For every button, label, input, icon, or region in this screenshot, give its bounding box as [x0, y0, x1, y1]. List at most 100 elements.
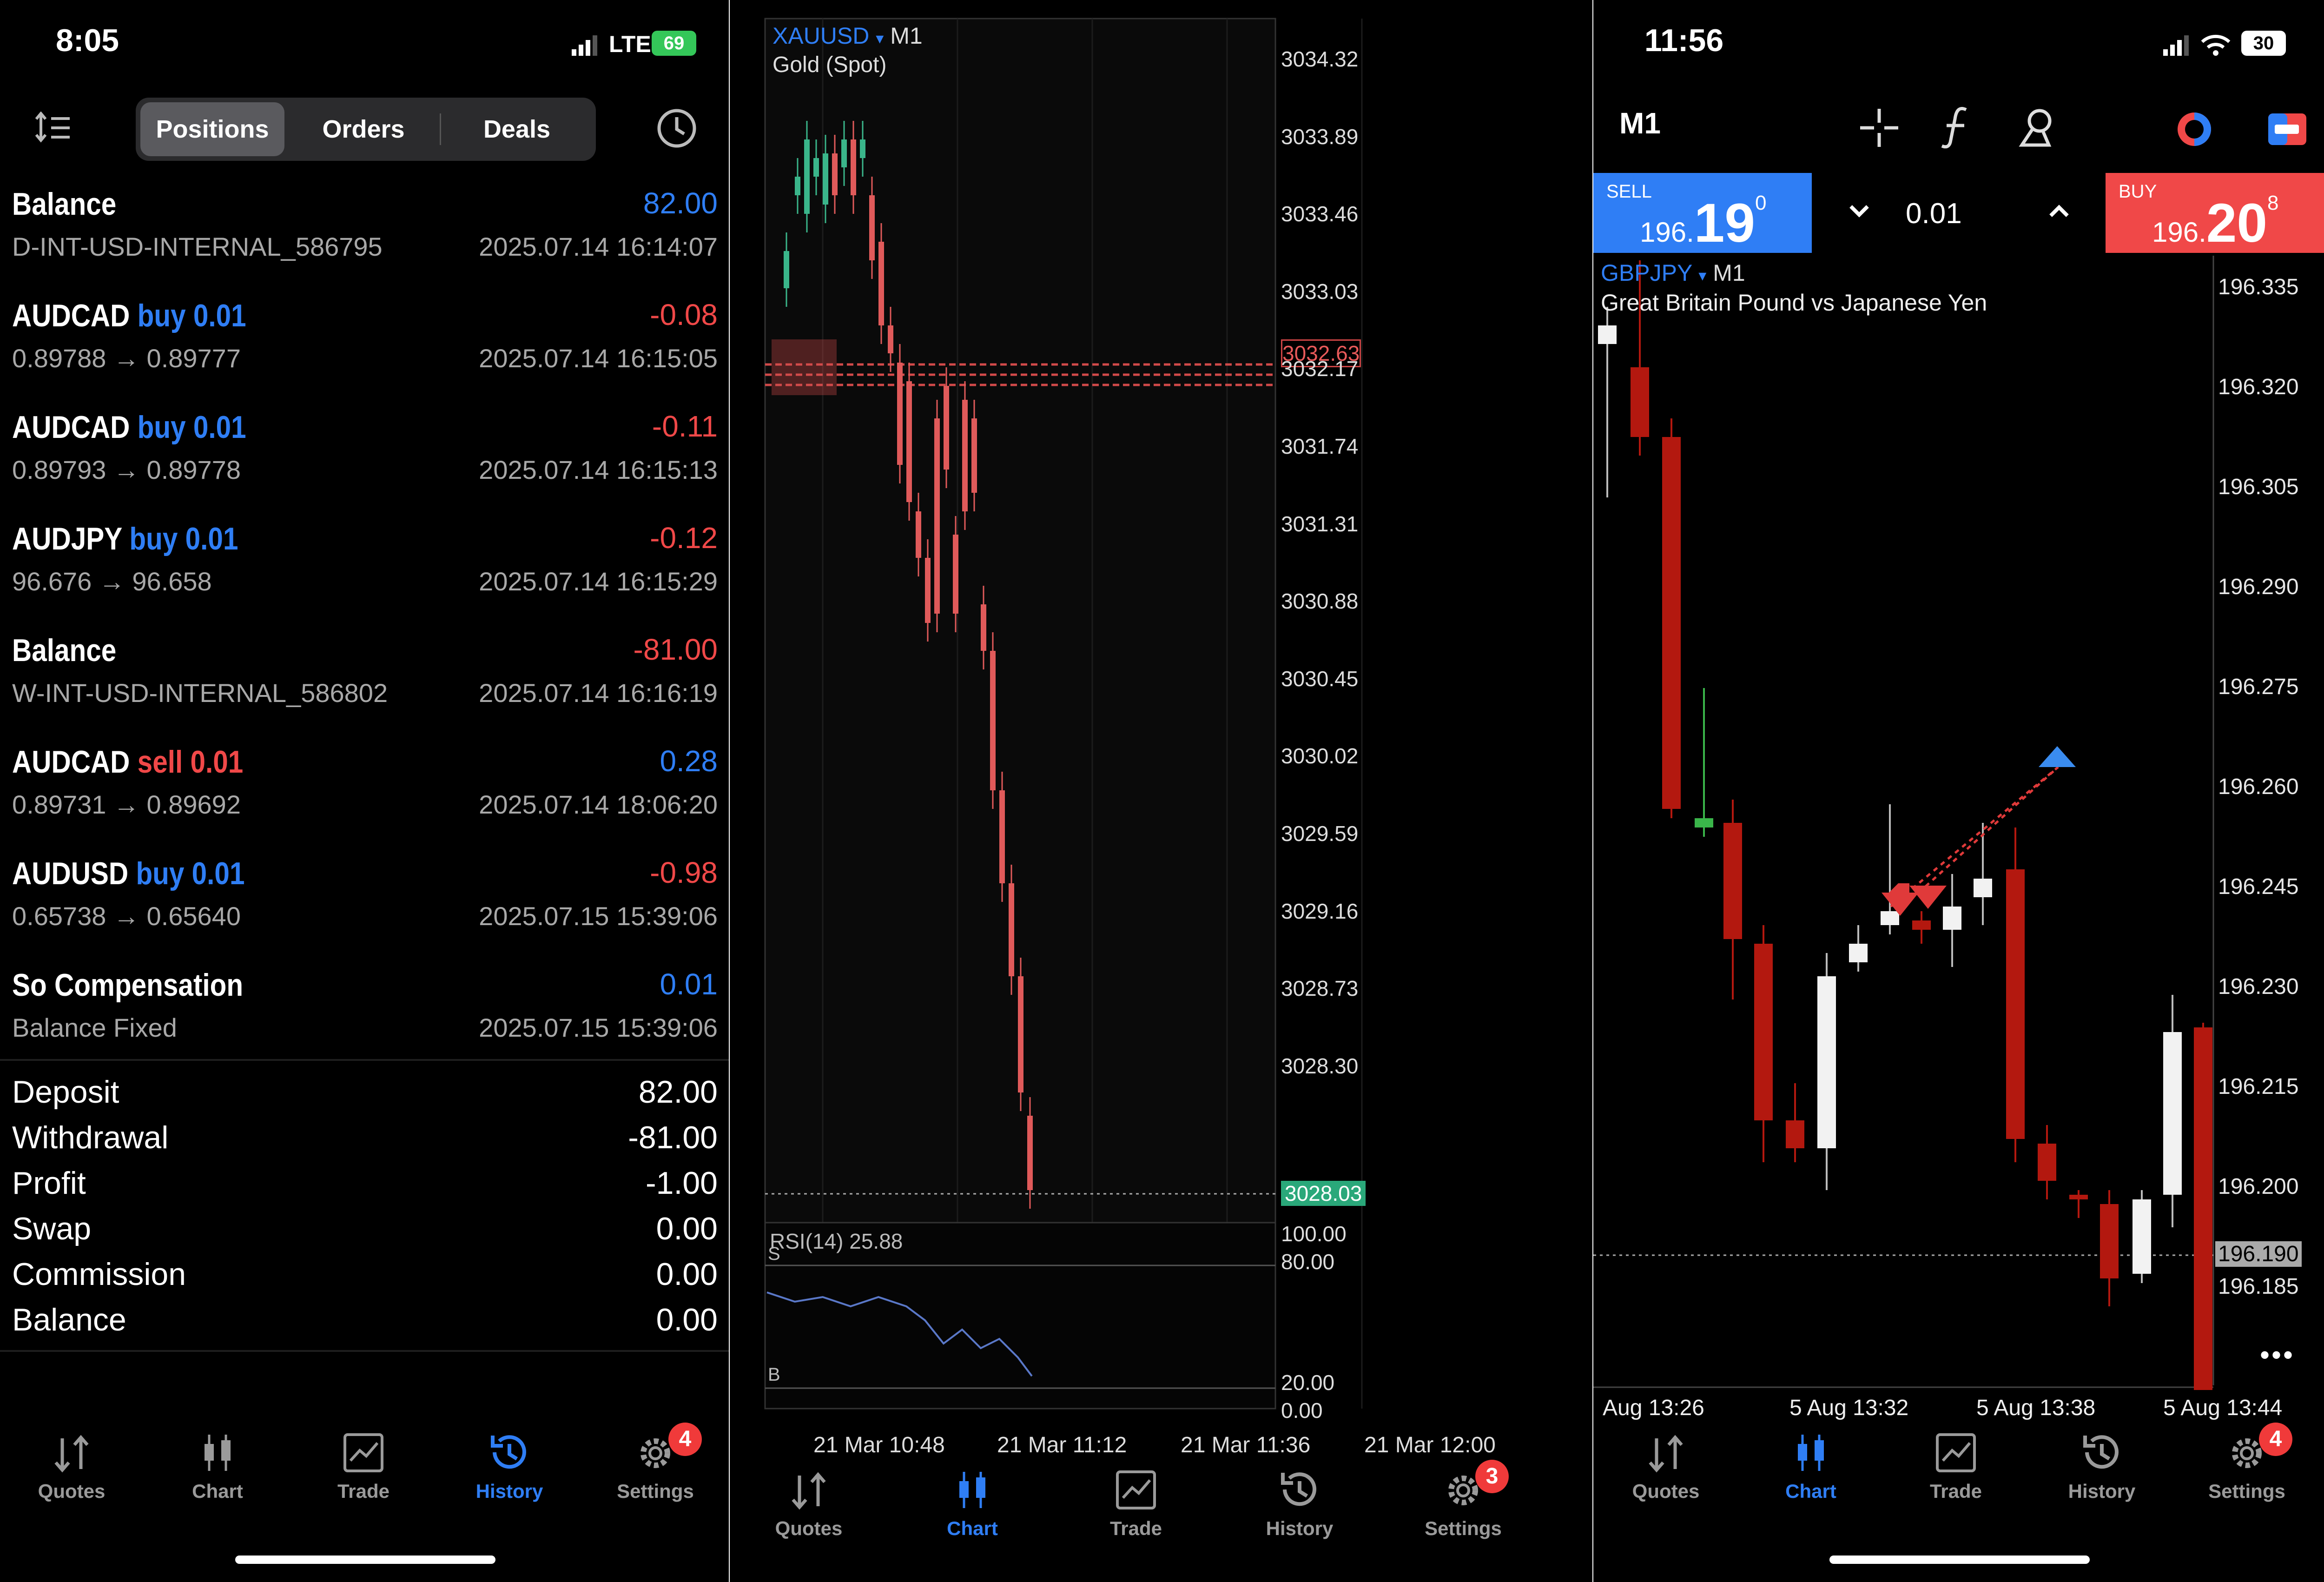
sort-icon[interactable] — [34, 112, 72, 144]
candle — [1786, 1120, 1804, 1148]
candle — [1881, 911, 1899, 925]
price-tick-label: 196.320 — [2218, 375, 2299, 399]
tab-chart[interactable]: Chart — [903, 1469, 1042, 1540]
status-bar: 8:05 LTE 69 — [0, 22, 730, 69]
tab-chart[interactable]: Chart — [148, 1432, 287, 1503]
tab-quotes[interactable]: Quotes — [1596, 1432, 1736, 1503]
timeframe-label: M1 — [890, 23, 923, 49]
list-item[interactable]: AUDCAD buy 0.01 -0.11 0.89793 → 0.89778 … — [12, 409, 718, 521]
candle — [1009, 883, 1014, 976]
tab-positions[interactable]: Positions — [140, 102, 284, 156]
entry-sub: D-INT-USD-INTERNAL_586795 — [12, 232, 383, 261]
tab-trade[interactable]: Trade — [294, 1432, 433, 1503]
candle — [860, 139, 865, 158]
clock-icon[interactable] — [654, 106, 699, 151]
price-tick-label: 196.200 — [2218, 1174, 2299, 1199]
price-tick-label: 3028.30 — [1281, 1053, 1359, 1078]
list-item[interactable]: Balance -81.00 W-INT-USD-INTERNAL_586802… — [12, 632, 718, 744]
tab-settings[interactable]: Settings 3 — [1393, 1460, 1533, 1540]
rsi-label: RSI(14) 25.88 — [770, 1229, 903, 1253]
buy-arrow-icon — [2039, 746, 2076, 767]
candle — [990, 651, 996, 790]
entry-sub: 96.676 → 96.658 — [12, 567, 212, 596]
order-label-box — [772, 339, 837, 395]
trade-icon — [1116, 1470, 1156, 1509]
candle — [906, 381, 912, 502]
gbpjpy-chart[interactable]: Aug 13:26 5 Aug 13:32 5 Aug 13:38 5 Aug 13:… — [1593, 0, 2324, 1582]
entry-title: AUDUSD buy 0.01 — [12, 856, 245, 891]
tab-quotes[interactable]: Quotes — [739, 1469, 878, 1540]
candle — [2006, 869, 2025, 1139]
candle — [1974, 879, 1992, 897]
list-item[interactable]: AUDJPY buy 0.01 -0.12 96.676 → 96.658 20… — [12, 521, 718, 632]
candle — [1912, 920, 1931, 930]
price-tick-label: 3028.03 — [1281, 1181, 1366, 1206]
rsi-mark: S — [768, 1244, 780, 1264]
price-tick-label: 3033.03 — [1281, 279, 1359, 304]
current-price-label: 196.190 — [2215, 1241, 2302, 1267]
entry-sub: W-INT-USD-INTERNAL_586802 — [12, 678, 388, 708]
history-icon — [1281, 1472, 1316, 1506]
chart-icon — [205, 1435, 231, 1471]
gold-chart[interactable]: RSI(14) 25.88S B 100.00 80.00 20.00 0.00 21 Ma… — [730, 0, 1593, 1582]
candle — [2100, 1204, 2119, 1278]
entry-sub: 0.89731 → 0.89692 — [12, 790, 241, 819]
tab-settings[interactable]: Settings 4 — [586, 1423, 725, 1503]
candle — [1662, 437, 1681, 809]
entry-title: AUDCAD sell 0.01 — [12, 744, 244, 780]
candle — [944, 386, 949, 470]
list-item[interactable]: So Compensation 0.01 Balance Fixed 2025.… — [12, 967, 718, 1079]
trade-icon — [1936, 1433, 1976, 1472]
price-tick-label: 3034.32 — [1281, 47, 1359, 71]
candle — [795, 177, 800, 195]
list-item[interactable]: AUDCAD buy 0.01 -0.08 0.89788 → 0.89777 … — [12, 298, 718, 409]
more-icon[interactable]: ••• — [2260, 1339, 2295, 1371]
tab-deals[interactable]: Deals — [442, 102, 591, 156]
chart-icon — [959, 1472, 985, 1508]
candle — [804, 139, 810, 214]
list-item[interactable]: AUDUSD buy 0.01 -0.98 0.65738 → 0.65640 … — [12, 855, 718, 967]
candle — [934, 418, 940, 614]
symbol-label[interactable]: XAUUSD — [772, 23, 869, 49]
tab-settings[interactable]: Settings 4 — [2177, 1423, 2317, 1503]
entry-value: -81.00 — [633, 633, 718, 666]
tab-history[interactable]: History — [2032, 1432, 2172, 1503]
tab-orders[interactable]: Orders — [289, 102, 438, 156]
entry-title: Balance — [12, 186, 117, 222]
tab-history[interactable]: History — [1230, 1469, 1369, 1540]
candle — [925, 558, 931, 623]
entry-date: 2025.07.14 16:14:07 — [479, 232, 718, 261]
entry-sub: 0.89793 → 0.89778 — [12, 455, 241, 484]
price-tick-label: 3029.16 — [1281, 899, 1359, 923]
candle — [1723, 823, 1742, 939]
entry-value: -0.98 — [650, 856, 718, 889]
candle — [916, 511, 921, 558]
tab-trade[interactable]: Trade — [1886, 1432, 2026, 1503]
candle — [1943, 907, 1961, 930]
tab-trade[interactable]: Trade — [1066, 1469, 1206, 1540]
list-item[interactable]: Balance 82.00 D-INT-USD-INTERNAL_586795 … — [12, 186, 718, 298]
candle — [2133, 1199, 2151, 1274]
summary-row: Commission 0.00 — [12, 1257, 718, 1292]
status-time: 8:05 — [56, 23, 119, 58]
tab-chart[interactable]: Chart — [1741, 1432, 1881, 1503]
trade-icon — [343, 1433, 383, 1472]
segmented-control: Positions Orders Deals — [136, 98, 596, 161]
candle — [2194, 1027, 2212, 1390]
notification-badge: 4 — [2259, 1423, 2292, 1456]
candle — [869, 195, 875, 260]
price-tick-label: 3029.59 — [1281, 821, 1359, 846]
price-tick-label: 3028.73 — [1281, 976, 1359, 1001]
candle — [2163, 1032, 2182, 1195]
list-item[interactable]: AUDCAD sell 0.01 0.28 0.89731 → 0.89692 … — [12, 744, 718, 855]
candle — [1695, 818, 1713, 827]
entry-sub: 0.89788 → 0.89777 — [12, 344, 241, 373]
tab-quotes[interactable]: Quotes — [2, 1432, 141, 1503]
candle — [2038, 1144, 2056, 1181]
symbol-label[interactable]: GBPJPY — [1601, 260, 1692, 286]
entry-date: 2025.07.15 15:39:06 — [479, 901, 718, 931]
tab-history[interactable]: History — [440, 1432, 579, 1503]
timeframe-label: M1 — [1713, 260, 1745, 286]
time-tick-label: 5 Aug 13:38 — [1976, 1396, 2095, 1420]
entry-date: 2025.07.14 18:06:20 — [479, 790, 718, 819]
